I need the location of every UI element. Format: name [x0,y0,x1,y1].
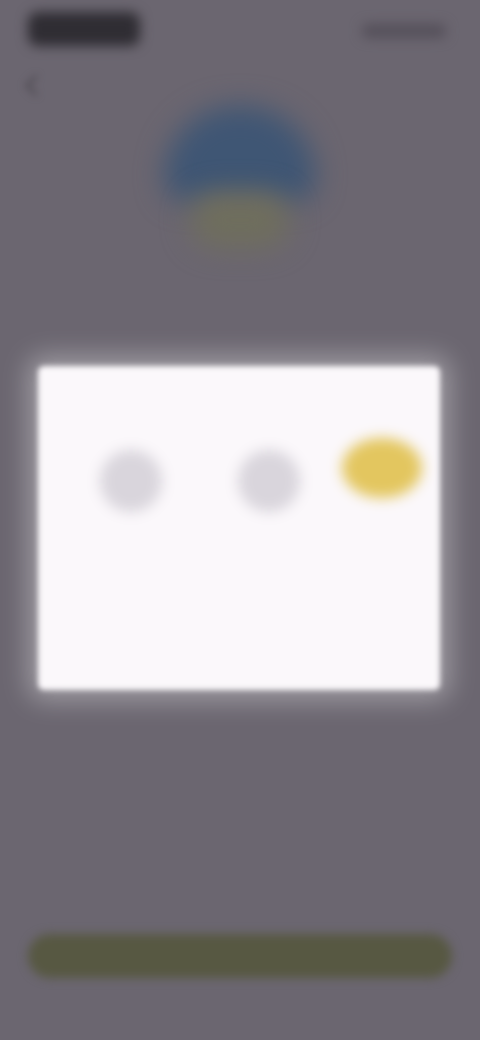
status-time [28,12,140,46]
status-icons [362,24,446,38]
option-1-label [82,534,182,550]
status-bar [0,0,480,64]
card-link-1[interactable] [258,620,328,636]
option-3-selected[interactable] [342,438,440,558]
option-2-icon [238,450,300,512]
option-1-icon [100,450,162,512]
back-arrow-icon[interactable] [22,74,44,96]
option-2[interactable] [220,438,320,558]
option-2-label [220,534,320,550]
illustration-ground [190,192,290,248]
illustration-dome [164,106,316,202]
option-3-label [342,534,440,550]
card-link-2[interactable] [356,620,396,636]
card-label [80,396,240,412]
weather-illustration [150,96,330,266]
primary-button[interactable] [28,934,452,978]
page-title [48,280,432,324]
selection-card [38,366,440,690]
option-3-icon [342,438,422,498]
option-1[interactable] [82,438,182,558]
